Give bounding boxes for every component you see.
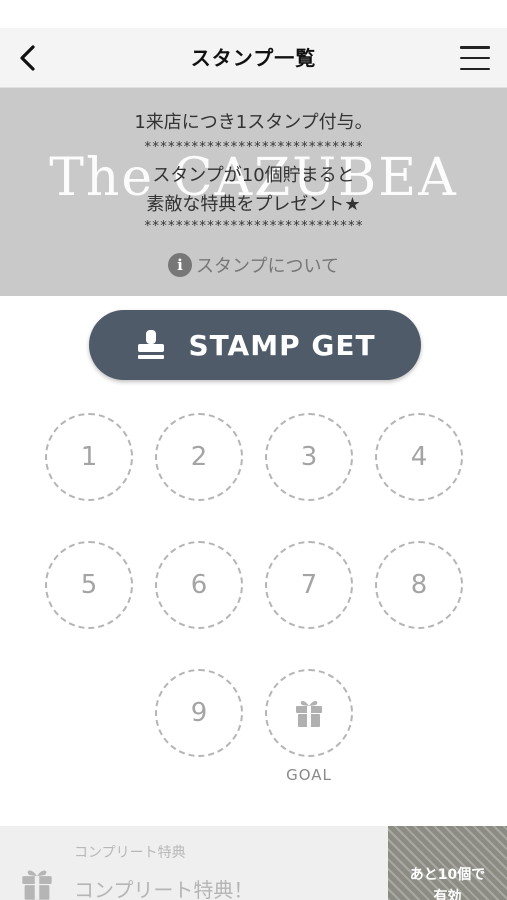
stamp-about-link[interactable]: i スタンプについて — [0, 252, 507, 278]
navigation-bar: スタンプ一覧 — [0, 28, 507, 88]
stamp-slot-4: 4 — [375, 413, 463, 501]
complete-reward-card[interactable]: コンプリート特典 コンプリート特典！ — [0, 826, 388, 900]
banner-line-2: スタンプが10個貯まると — [152, 165, 355, 186]
status-bar — [0, 0, 507, 28]
gift-icon — [20, 866, 54, 900]
hamburger-menu-icon[interactable] — [457, 42, 493, 74]
remaining-line-2: 有効 — [433, 889, 462, 900]
stamp-slot-3: 3 — [265, 413, 353, 501]
stamp-slot-9: 9 — [155, 669, 243, 757]
banner-line-1: 1来店につき1スタンプ付与。 — [134, 112, 373, 133]
info-icon: i — [168, 253, 193, 277]
banner-divider-2: **************************** — [143, 219, 364, 234]
stamp-slot-6: 6 — [155, 541, 243, 629]
stamp-slot-goal — [265, 669, 353, 757]
stamp-slot-1: 1 — [45, 413, 133, 501]
stamp-get-button[interactable]: STAMP GET — [89, 310, 421, 380]
stamp-get-label: STAMP GET — [188, 328, 376, 362]
stamp-slot-2: 2 — [155, 413, 243, 501]
stamp-slot-5: 5 — [45, 541, 133, 629]
stamp-info-banner: The CAZUBEA 1来店につき1スタンプ付与。 *************… — [0, 88, 507, 296]
goal-label: GOAL — [286, 766, 332, 784]
banner-line-3: 素敵な特典をプレゼント★ — [146, 194, 361, 215]
remaining-badge: あと10個で 有効 — [388, 826, 507, 900]
banner-divider-1: **************************** — [143, 140, 364, 155]
complete-reward-title: コンプリート特典！ — [74, 878, 254, 900]
remaining-line-1: あと10個で — [409, 867, 486, 883]
stamp-about-label: スタンプについて — [196, 256, 339, 277]
complete-reward-caption: コンプリート特典 — [74, 845, 186, 861]
stamp-slot-7: 7 — [265, 541, 353, 629]
gift-icon — [296, 700, 322, 727]
stamp-icon — [138, 330, 165, 359]
stamp-slot-8: 8 — [375, 541, 463, 629]
page-title: スタンプ一覧 — [190, 46, 317, 70]
